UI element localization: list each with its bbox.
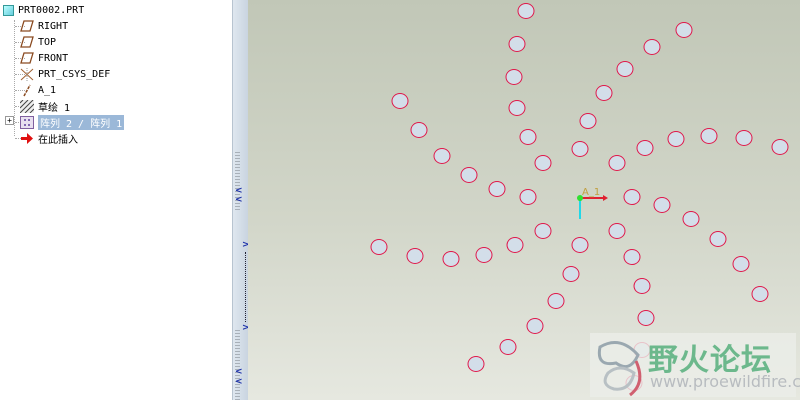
- tree-item-label: TOP: [38, 36, 57, 48]
- watermark: 野火论坛 www.proewildfire.cn: [590, 333, 800, 397]
- tree-item[interactable]: 草绘 1: [19, 98, 71, 114]
- splitter-line: [245, 252, 246, 322]
- tree-item-label: RIGHT: [38, 20, 69, 32]
- datum-plane-icon: [20, 19, 34, 33]
- tree-root-label: PRT0002.PRT: [18, 4, 85, 16]
- butterfly-logo-icon: [597, 341, 642, 397]
- datum-plane-icon: [20, 35, 34, 49]
- coordinate-system-icon: [20, 67, 34, 81]
- collapse-left-icon[interactable]: <: [235, 377, 243, 387]
- splitter-grip[interactable]: [235, 330, 240, 400]
- pattern-icon: [20, 115, 34, 129]
- tree-item[interactable]: 阵列 2 / 阵列 1: [20, 114, 125, 130]
- tree-item-label: 阵列 2 / 阵列 1: [38, 114, 125, 130]
- tree-item[interactable]: TOP: [20, 34, 56, 50]
- expand-toggle[interactable]: +: [5, 116, 14, 125]
- tree-item-label: FRONT: [38, 52, 69, 64]
- tree-item-label: PRT_CSYS_DEF: [38, 68, 111, 80]
- tree-item-label: 草绘 1: [38, 102, 71, 114]
- tree-item-label: 在此插入: [38, 134, 78, 146]
- tree-root[interactable]: PRT0002.PRT: [3, 2, 84, 18]
- datum-axis-icon: [20, 84, 34, 97]
- tree-item[interactable]: PRT_CSYS_DEF: [20, 66, 110, 82]
- datum-plane-icon: [20, 51, 34, 65]
- tree-item-label: A_1: [38, 84, 57, 96]
- panel-splitter[interactable]: < < > > < <: [233, 0, 250, 400]
- tree-item[interactable]: FRONT: [20, 50, 68, 66]
- tree-item[interactable]: RIGHT: [20, 18, 68, 34]
- tree-line: [14, 20, 15, 136]
- tree-item[interactable]: 在此插入: [20, 130, 78, 146]
- collapse-left-icon[interactable]: <: [235, 367, 243, 377]
- tree-item[interactable]: A_1: [20, 82, 56, 98]
- watermark-url: www.proewildfire.cn: [650, 372, 800, 391]
- sketch-icon: [19, 99, 35, 113]
- part-icon: [3, 4, 14, 16]
- insert-here-arrow-icon: [20, 132, 34, 145]
- model-tree: PRT0002.PRT RIGHT TOP FRONT PRT_CSYS_DEF A_1…: [0, 0, 233, 400]
- collapse-left-icon[interactable]: <: [235, 195, 243, 205]
